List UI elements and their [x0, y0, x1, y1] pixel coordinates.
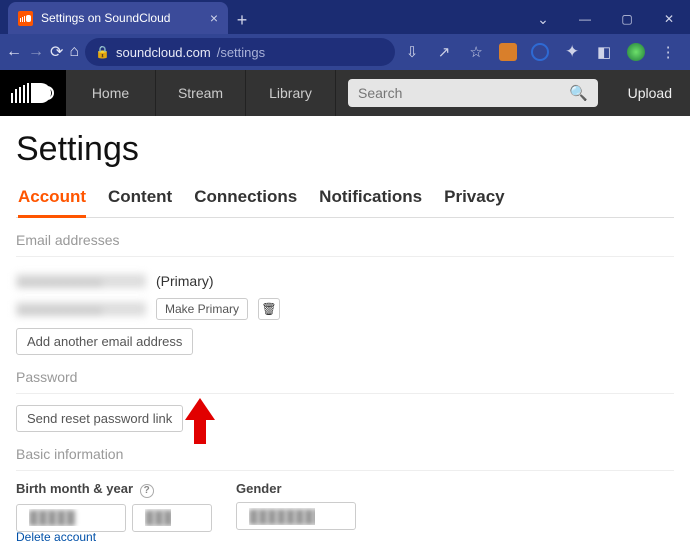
search-icon[interactable]: 🔍	[569, 84, 588, 102]
menu-icon[interactable]: ⋮	[657, 41, 679, 63]
back-button[interactable]: ←	[6, 37, 22, 67]
tab-title: Settings on SoundCloud	[41, 11, 170, 25]
close-window-button[interactable]: ✕	[648, 4, 690, 34]
nav-library[interactable]: Library	[246, 70, 336, 116]
url-path: /settings	[217, 45, 265, 60]
send-reset-password-button[interactable]: Send reset password link	[16, 405, 183, 432]
email-redacted: xxxxxxxxxxxx	[16, 274, 146, 288]
sidepanel-icon[interactable]: ◧	[593, 41, 615, 63]
delete-account-link[interactable]: Delete account	[16, 530, 96, 544]
maximize-button[interactable]: ▢	[606, 4, 648, 34]
tab-notifications[interactable]: Notifications	[319, 183, 422, 217]
reload-button[interactable]: ⟳	[50, 37, 63, 67]
email-row-primary: xxxxxxxxxxxx (Primary)	[16, 267, 674, 295]
tab-content[interactable]: Content	[108, 183, 172, 217]
email-redacted: xxxxxxxxxxxx	[16, 302, 146, 316]
tab-connections[interactable]: Connections	[194, 183, 297, 217]
birth-month-select[interactable]: █████	[16, 504, 126, 532]
address-bar[interactable]: 🔒 soundcloud.com/settings	[85, 38, 395, 66]
section-basic-info: Basic information	[16, 432, 674, 471]
nav-stream[interactable]: Stream	[156, 70, 246, 116]
section-email-addresses: Email addresses	[16, 218, 674, 257]
soundcloud-logo[interactable]	[0, 70, 66, 116]
profile-avatar[interactable]	[625, 41, 647, 63]
make-primary-button[interactable]: Make Primary	[156, 298, 248, 320]
extensions-icon[interactable]: ✦	[561, 41, 583, 63]
bookmark-icon[interactable]: ☆	[465, 41, 487, 63]
primary-label: (Primary)	[156, 273, 214, 289]
delete-email-button[interactable]: 🗑	[258, 298, 280, 320]
soundcloud-favicon	[18, 11, 33, 26]
extension-2[interactable]	[529, 41, 551, 63]
install-icon[interactable]: ⇩	[401, 41, 423, 63]
browser-toolbar: ← → ⟳ ⌂ 🔒 soundcloud.com/settings ⇩ ↗ ☆ …	[0, 34, 690, 70]
url-host: soundcloud.com	[116, 45, 211, 60]
tab-privacy[interactable]: Privacy	[444, 183, 505, 217]
nav-home[interactable]: Home	[66, 70, 156, 116]
settings-tabs: Account Content Connections Notification…	[16, 183, 674, 218]
email-row-secondary: xxxxxxxxxxxx Make Primary 🗑	[16, 295, 674, 323]
minimize-button[interactable]: ―	[564, 4, 606, 34]
site-header: Home Stream Library 🔍 Upload	[0, 70, 690, 116]
add-email-button[interactable]: Add another email address	[16, 328, 193, 355]
extension-1[interactable]	[497, 41, 519, 63]
birth-year-select[interactable]: ████	[132, 504, 212, 532]
section-password: Password	[16, 355, 674, 394]
search-box[interactable]: 🔍	[348, 79, 598, 107]
search-input[interactable]	[358, 85, 569, 101]
close-tab-icon[interactable]: ×	[210, 10, 218, 26]
chevron-down-icon[interactable]: ⌄	[522, 4, 564, 34]
home-button[interactable]: ⌂	[69, 37, 79, 67]
lock-icon: 🔒	[95, 45, 110, 59]
birth-label: Birth month & year ?	[16, 481, 212, 498]
page-title: Settings	[16, 130, 674, 169]
new-tab-button[interactable]: +	[228, 6, 256, 34]
help-icon[interactable]: ?	[140, 484, 154, 498]
window-controls: ⌄ ― ▢ ✕	[522, 4, 690, 34]
share-icon[interactable]: ↗	[433, 41, 455, 63]
upload-link[interactable]: Upload	[610, 85, 690, 101]
gender-label: Gender	[236, 481, 356, 496]
browser-titlebar: Settings on SoundCloud × + ⌄ ― ▢ ✕	[0, 0, 690, 34]
settings-page: Settings Account Content Connections Not…	[0, 116, 690, 548]
gender-select[interactable]: █████████	[236, 502, 356, 530]
trash-icon: 🗑	[261, 302, 276, 316]
browser-tab[interactable]: Settings on SoundCloud ×	[8, 2, 228, 34]
toolbar-right: ⇩ ↗ ☆ ✦ ◧ ⋮	[401, 41, 685, 63]
birth-field: Birth month & year ? █████ ████	[16, 481, 212, 532]
tab-account[interactable]: Account	[18, 183, 86, 218]
gender-field: Gender █████████	[236, 481, 356, 532]
forward-button[interactable]: →	[28, 37, 44, 67]
